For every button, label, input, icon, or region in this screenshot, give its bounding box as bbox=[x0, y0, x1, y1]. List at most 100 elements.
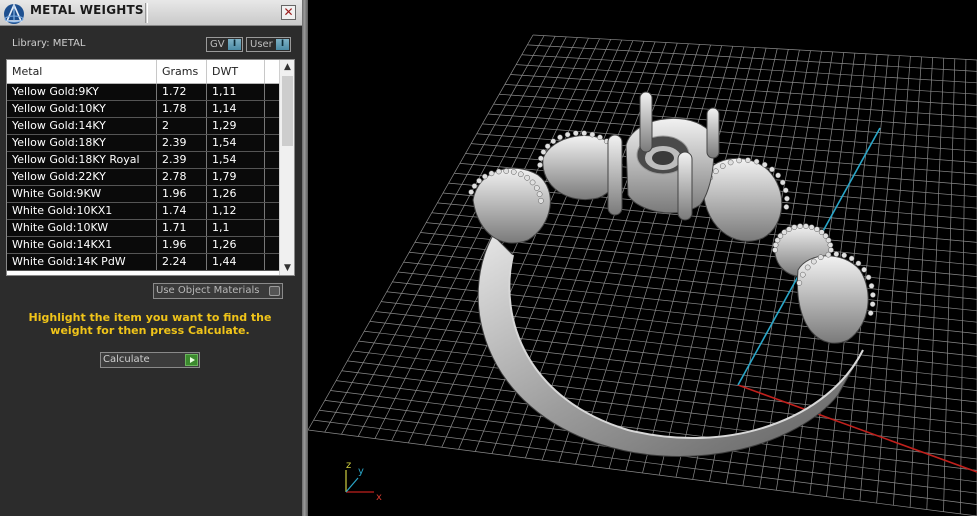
table-body: Yellow Gold:9KY 1.72 1,11 Yellow Gold:10KY 1… bbox=[7, 84, 279, 271]
row-spacer bbox=[265, 118, 279, 134]
axis-y-label: y bbox=[358, 466, 364, 477]
close-button[interactable]: ✕ bbox=[281, 5, 296, 20]
table-row[interactable]: White Gold:10KW 1.71 1,1 bbox=[7, 220, 279, 237]
grams-cell: 2.39 bbox=[157, 135, 207, 151]
milgrain-bead bbox=[786, 226, 792, 233]
milgrain-bead bbox=[719, 163, 726, 169]
user-toggle-label: User bbox=[250, 39, 273, 50]
metal-cell: White Gold:10KW bbox=[7, 220, 157, 236]
milgrain-bead bbox=[544, 143, 551, 150]
user-toggle[interactable]: User I bbox=[246, 37, 291, 52]
milgrain-bead bbox=[589, 131, 596, 138]
milgrain-bead bbox=[808, 224, 815, 231]
milgrain-bead bbox=[783, 204, 790, 210]
milgrain-bead bbox=[779, 179, 786, 186]
milgrain-bead bbox=[581, 130, 588, 137]
table-row[interactable]: Yellow Gold:10KY 1.78 1,14 bbox=[7, 101, 279, 118]
dwt-cell: 1,12 bbox=[207, 203, 265, 219]
table-row[interactable]: White Gold:9KW 1.96 1,26 bbox=[7, 186, 279, 203]
milgrain-bead bbox=[827, 242, 834, 248]
milgrain-bead bbox=[524, 174, 531, 181]
table-scrollbar[interactable]: ▲ ▼ bbox=[279, 60, 294, 275]
instruction-text: Highlight the item you want to find the … bbox=[28, 311, 272, 337]
milgrain-bead bbox=[769, 166, 775, 173]
column-header-dwt[interactable]: DWT bbox=[207, 60, 265, 83]
metal-cell: Yellow Gold:9KY bbox=[7, 84, 157, 100]
use-object-materials-checkbox[interactable]: Use Object Materials bbox=[153, 283, 283, 299]
table-row[interactable]: Yellow Gold:9KY 1.72 1,11 bbox=[7, 84, 279, 101]
grid-line bbox=[330, 390, 977, 471]
table-row[interactable]: White Gold:14K PdW 2.24 1,44 bbox=[7, 254, 279, 271]
milgrain-bead bbox=[482, 173, 488, 180]
milgrain-bead bbox=[865, 274, 872, 281]
milgrain-bead bbox=[772, 242, 779, 248]
checkbox-box[interactable] bbox=[269, 286, 280, 296]
metal-cell: White Gold:9KW bbox=[7, 186, 157, 202]
metal-cell: White Gold:10KX1 bbox=[7, 203, 157, 219]
toggle-knob-icon: I bbox=[228, 39, 241, 50]
scroll-up-arrow-icon[interactable]: ▲ bbox=[280, 60, 294, 74]
milgrain-bead bbox=[817, 254, 824, 261]
calculate-label: Calculate bbox=[103, 354, 150, 365]
milgrain-bead bbox=[471, 183, 478, 189]
milgrain-bead bbox=[833, 251, 840, 257]
table-row[interactable]: White Gold:10KX1 1.74 1,12 bbox=[7, 203, 279, 220]
table-row[interactable]: Yellow Gold:18KY 2.39 1,54 bbox=[7, 135, 279, 152]
dwt-cell: 1,26 bbox=[207, 237, 265, 253]
milgrain-bead bbox=[753, 158, 760, 165]
milgrain-bead bbox=[828, 247, 834, 253]
scroll-thumb[interactable] bbox=[282, 76, 293, 146]
ring-model[interactable] bbox=[468, 91, 876, 457]
gv-toggle[interactable]: GV I bbox=[206, 37, 243, 52]
calculate-button[interactable]: Calculate bbox=[100, 352, 200, 368]
table-row[interactable]: Yellow Gold:14KY 2 1,29 bbox=[7, 118, 279, 135]
milgrain-bead bbox=[537, 162, 543, 168]
perspective-viewport[interactable]: x y z bbox=[308, 0, 977, 516]
milgrain-bead bbox=[529, 179, 536, 186]
milgrain-bead bbox=[861, 266, 867, 273]
window-title: METAL WEIGHTS bbox=[30, 3, 144, 17]
grams-cell: 1.72 bbox=[157, 84, 207, 100]
table-row[interactable]: Yellow Gold:18KY Royal 2.39 1,54 bbox=[7, 152, 279, 169]
row-spacer bbox=[265, 186, 279, 202]
row-spacer bbox=[265, 135, 279, 151]
milgrain-bead bbox=[533, 185, 540, 191]
table-header: Metal Grams DWT bbox=[7, 60, 279, 84]
column-header-grams[interactable]: Grams bbox=[157, 60, 207, 83]
dwt-cell: 1,54 bbox=[207, 135, 265, 151]
milgrain-bead bbox=[781, 229, 788, 236]
row-spacer bbox=[265, 237, 279, 253]
gv-toggle-label: GV bbox=[210, 39, 225, 50]
dwt-cell: 1,44 bbox=[207, 254, 265, 270]
table-row[interactable]: Yellow Gold:22KY 2.78 1,79 bbox=[7, 169, 279, 186]
milgrain-bead bbox=[550, 138, 557, 145]
milgrain-bead bbox=[869, 301, 876, 307]
title-bar[interactable]: METAL WEIGHTS ✕ bbox=[0, 0, 302, 26]
milgrain-bead bbox=[868, 283, 875, 289]
metal-cell: White Gold:14K PdW bbox=[7, 254, 157, 270]
milgrain-bead bbox=[536, 191, 543, 198]
milgrain-bead bbox=[564, 131, 571, 138]
scroll-down-arrow-icon[interactable]: ▼ bbox=[280, 261, 294, 275]
metal-cell: Yellow Gold:22KY bbox=[7, 169, 157, 185]
grams-cell: 1.78 bbox=[157, 101, 207, 117]
column-header-metal[interactable]: Metal bbox=[7, 60, 157, 83]
milgrain-bead bbox=[468, 189, 475, 195]
milgrain-bead bbox=[797, 223, 803, 229]
milgrain-bead bbox=[804, 264, 811, 271]
milgrain-bead bbox=[510, 169, 517, 175]
milgrain-bead bbox=[867, 310, 874, 316]
dwt-cell: 1,1 bbox=[207, 220, 265, 236]
milgrain-bead bbox=[825, 237, 832, 244]
dwt-cell: 1,11 bbox=[207, 84, 265, 100]
milgrain-bead bbox=[782, 187, 789, 194]
table-row[interactable]: White Gold:14KX1 1.96 1,26 bbox=[7, 237, 279, 254]
milgrain-bead bbox=[736, 157, 743, 164]
row-spacer bbox=[265, 101, 279, 117]
grams-cell: 1.96 bbox=[157, 186, 207, 202]
milgrain-bead bbox=[761, 161, 768, 168]
grid-line bbox=[893, 56, 922, 506]
milgrain-bead bbox=[848, 255, 855, 262]
row-spacer bbox=[265, 152, 279, 168]
milgrain-bead bbox=[538, 155, 544, 162]
